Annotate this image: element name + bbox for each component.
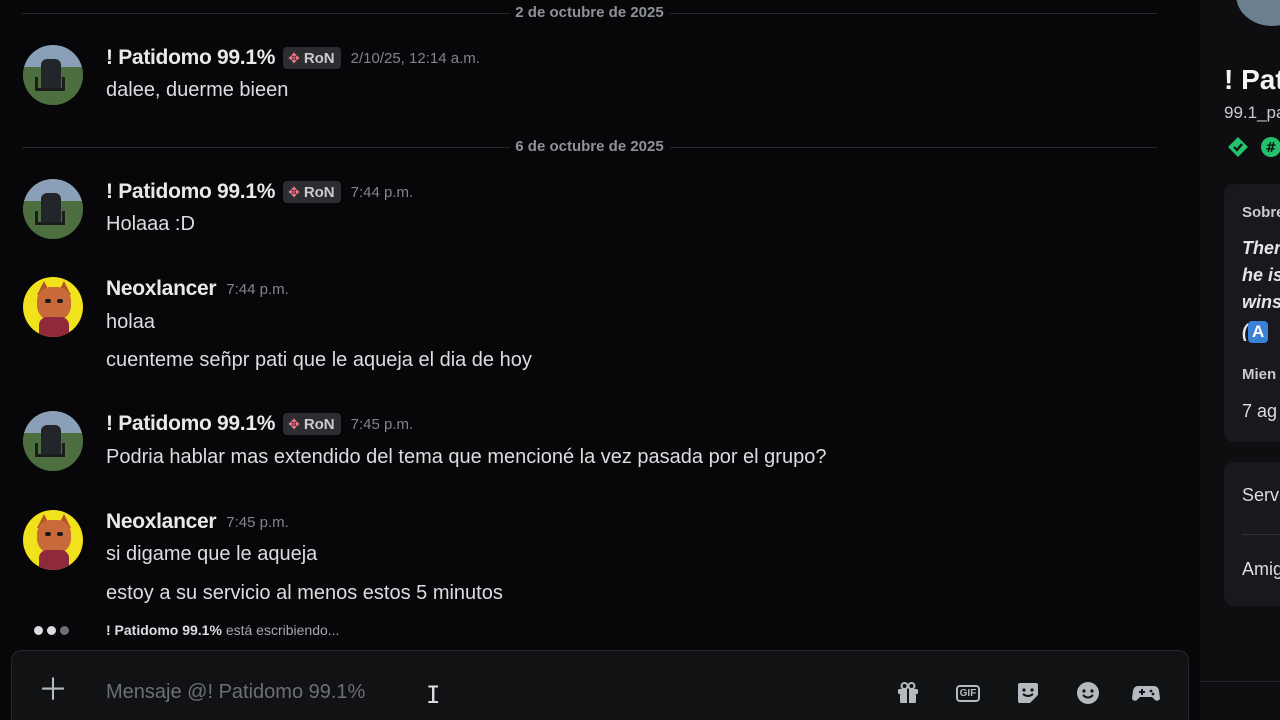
divider (1200, 681, 1280, 682)
gamepad-icon (1132, 686, 1160, 701)
hashtag-badge-icon[interactable]: # (1260, 136, 1280, 158)
avatar[interactable] (23, 179, 83, 239)
avatar[interactable] (23, 411, 83, 471)
profile-name: ! Pat (1224, 64, 1280, 95)
message-header: Neoxlancer 7:45 p.m. (106, 510, 289, 534)
avatar[interactable] (23, 45, 83, 105)
clan-badge-icon: ✥ (288, 183, 300, 200)
diamond-badge-icon[interactable] (1227, 136, 1249, 158)
timestamp: 7:44 p.m. (226, 280, 289, 298)
timestamp: 7:44 p.m. (350, 183, 414, 201)
gif-icon: GIF (955, 684, 981, 702)
message-text: Holaaa :D (106, 213, 195, 235)
message-composer[interactable]: ＋ Mensaje @! Patidomo 99.1% I GIF (11, 650, 1189, 720)
username[interactable]: Neoxlancer (106, 510, 217, 534)
mutual-friends-link[interactable]: Amig (1242, 559, 1280, 580)
message-text: estoy a su servicio al menos estos 5 min… (106, 582, 503, 604)
gif-button[interactable]: GIF (954, 679, 982, 707)
typing-text: ! Patidomo 99.1% está escribiendo... (106, 622, 339, 638)
about-key-line: (A (1242, 318, 1269, 345)
member-since-value: 7 ag (1242, 401, 1278, 421)
about-card: Sobre Ther he is wins (A Mien 7 ag (1224, 184, 1280, 442)
emoji-icon (1077, 682, 1099, 704)
divider (1242, 534, 1280, 535)
username[interactable]: ! Patidomo 99.1% (106, 180, 275, 204)
username[interactable]: ! Patidomo 99.1% (106, 412, 275, 436)
timestamp: 7:45 p.m. (226, 513, 289, 531)
typing-user: ! Patidomo 99.1% (106, 622, 222, 638)
gift-icon (898, 682, 918, 703)
typing-suffix: está escribiendo... (225, 622, 340, 638)
mutual-servers-link[interactable]: Serv (1242, 485, 1279, 506)
clan-badge-icon: ✥ (288, 415, 300, 432)
message-text: Podria hablar mas extendido del tema que… (106, 446, 827, 468)
clan-badge-label: RoN (303, 415, 335, 433)
clan-badge-icon: ✥ (288, 49, 300, 66)
message-text: si digame que le aqueja (106, 543, 318, 565)
message-text: dalee, duerme bieen (106, 79, 289, 101)
profile-avatar[interactable] (1232, 0, 1280, 30)
clan-badge[interactable]: ✥ RoN (283, 413, 341, 435)
avatar[interactable] (23, 510, 83, 570)
emoji-button[interactable] (1074, 679, 1102, 707)
clan-badge-label: RoN (303, 183, 335, 201)
add-attachment-button[interactable]: ＋ (38, 676, 68, 706)
username[interactable]: ! Patidomo 99.1% (106, 46, 275, 70)
sticker-button[interactable] (1014, 679, 1042, 707)
member-since-label: Mien (1242, 366, 1277, 383)
username[interactable]: Neoxlancer (106, 277, 217, 301)
about-label: Sobre (1242, 204, 1280, 221)
avatar[interactable] (23, 277, 83, 337)
profile-handle: 99.1_pa (1224, 103, 1280, 122)
about-line: wins (1242, 292, 1280, 312)
svg-text:#: # (1266, 141, 1277, 156)
clan-badge[interactable]: ✥ RoN (283, 181, 341, 203)
timestamp: 7:45 p.m. (350, 415, 414, 433)
activities-button[interactable] (1132, 679, 1160, 707)
message-header: ! Patidomo 99.1% ✥ RoN 7:45 p.m. (106, 412, 413, 436)
date-divider-label: 6 de octubre de 2025 (509, 138, 670, 155)
date-divider: 2 de octubre de 2025 (22, 4, 1157, 21)
message-header: ! Patidomo 99.1% ✥ RoN 2/10/25, 12:14 a.… (106, 46, 480, 70)
sticker-icon (1018, 683, 1038, 703)
date-divider-label: 2 de octubre de 2025 (509, 4, 670, 21)
about-line: he is (1242, 265, 1280, 285)
timestamp: 2/10/25, 12:14 a.m. (350, 49, 480, 67)
about-key-badge: A (1248, 321, 1269, 343)
message-header: Neoxlancer 7:44 p.m. (106, 277, 289, 301)
clan-badge-label: RoN (303, 49, 335, 67)
gift-button[interactable] (894, 679, 922, 707)
message-input[interactable]: Mensaje @! Patidomo 99.1% (106, 681, 365, 704)
clan-badge[interactable]: ✥ RoN (283, 47, 341, 69)
typing-dots-icon (34, 625, 72, 635)
message-text: cuenteme señpr pati que le aqueja el dia… (106, 349, 532, 371)
message-text: holaa (106, 311, 155, 333)
date-divider: 6 de octubre de 2025 (22, 138, 1157, 155)
chat-panel: 2 de octubre de 2025 ! Patidomo 99.1% ✥ … (0, 0, 1200, 720)
message-header: ! Patidomo 99.1% ✥ RoN 7:44 p.m. (106, 180, 413, 204)
typing-indicator: ! Patidomo 99.1% está escribiendo... (34, 622, 339, 638)
profile-sidebar: ! Pat 99.1_pa # Sobre Ther he is wins (A… (1200, 0, 1280, 720)
links-card: Serv Amig (1224, 462, 1280, 606)
about-line: Ther (1242, 238, 1280, 258)
text-cursor-icon: I (426, 681, 441, 709)
